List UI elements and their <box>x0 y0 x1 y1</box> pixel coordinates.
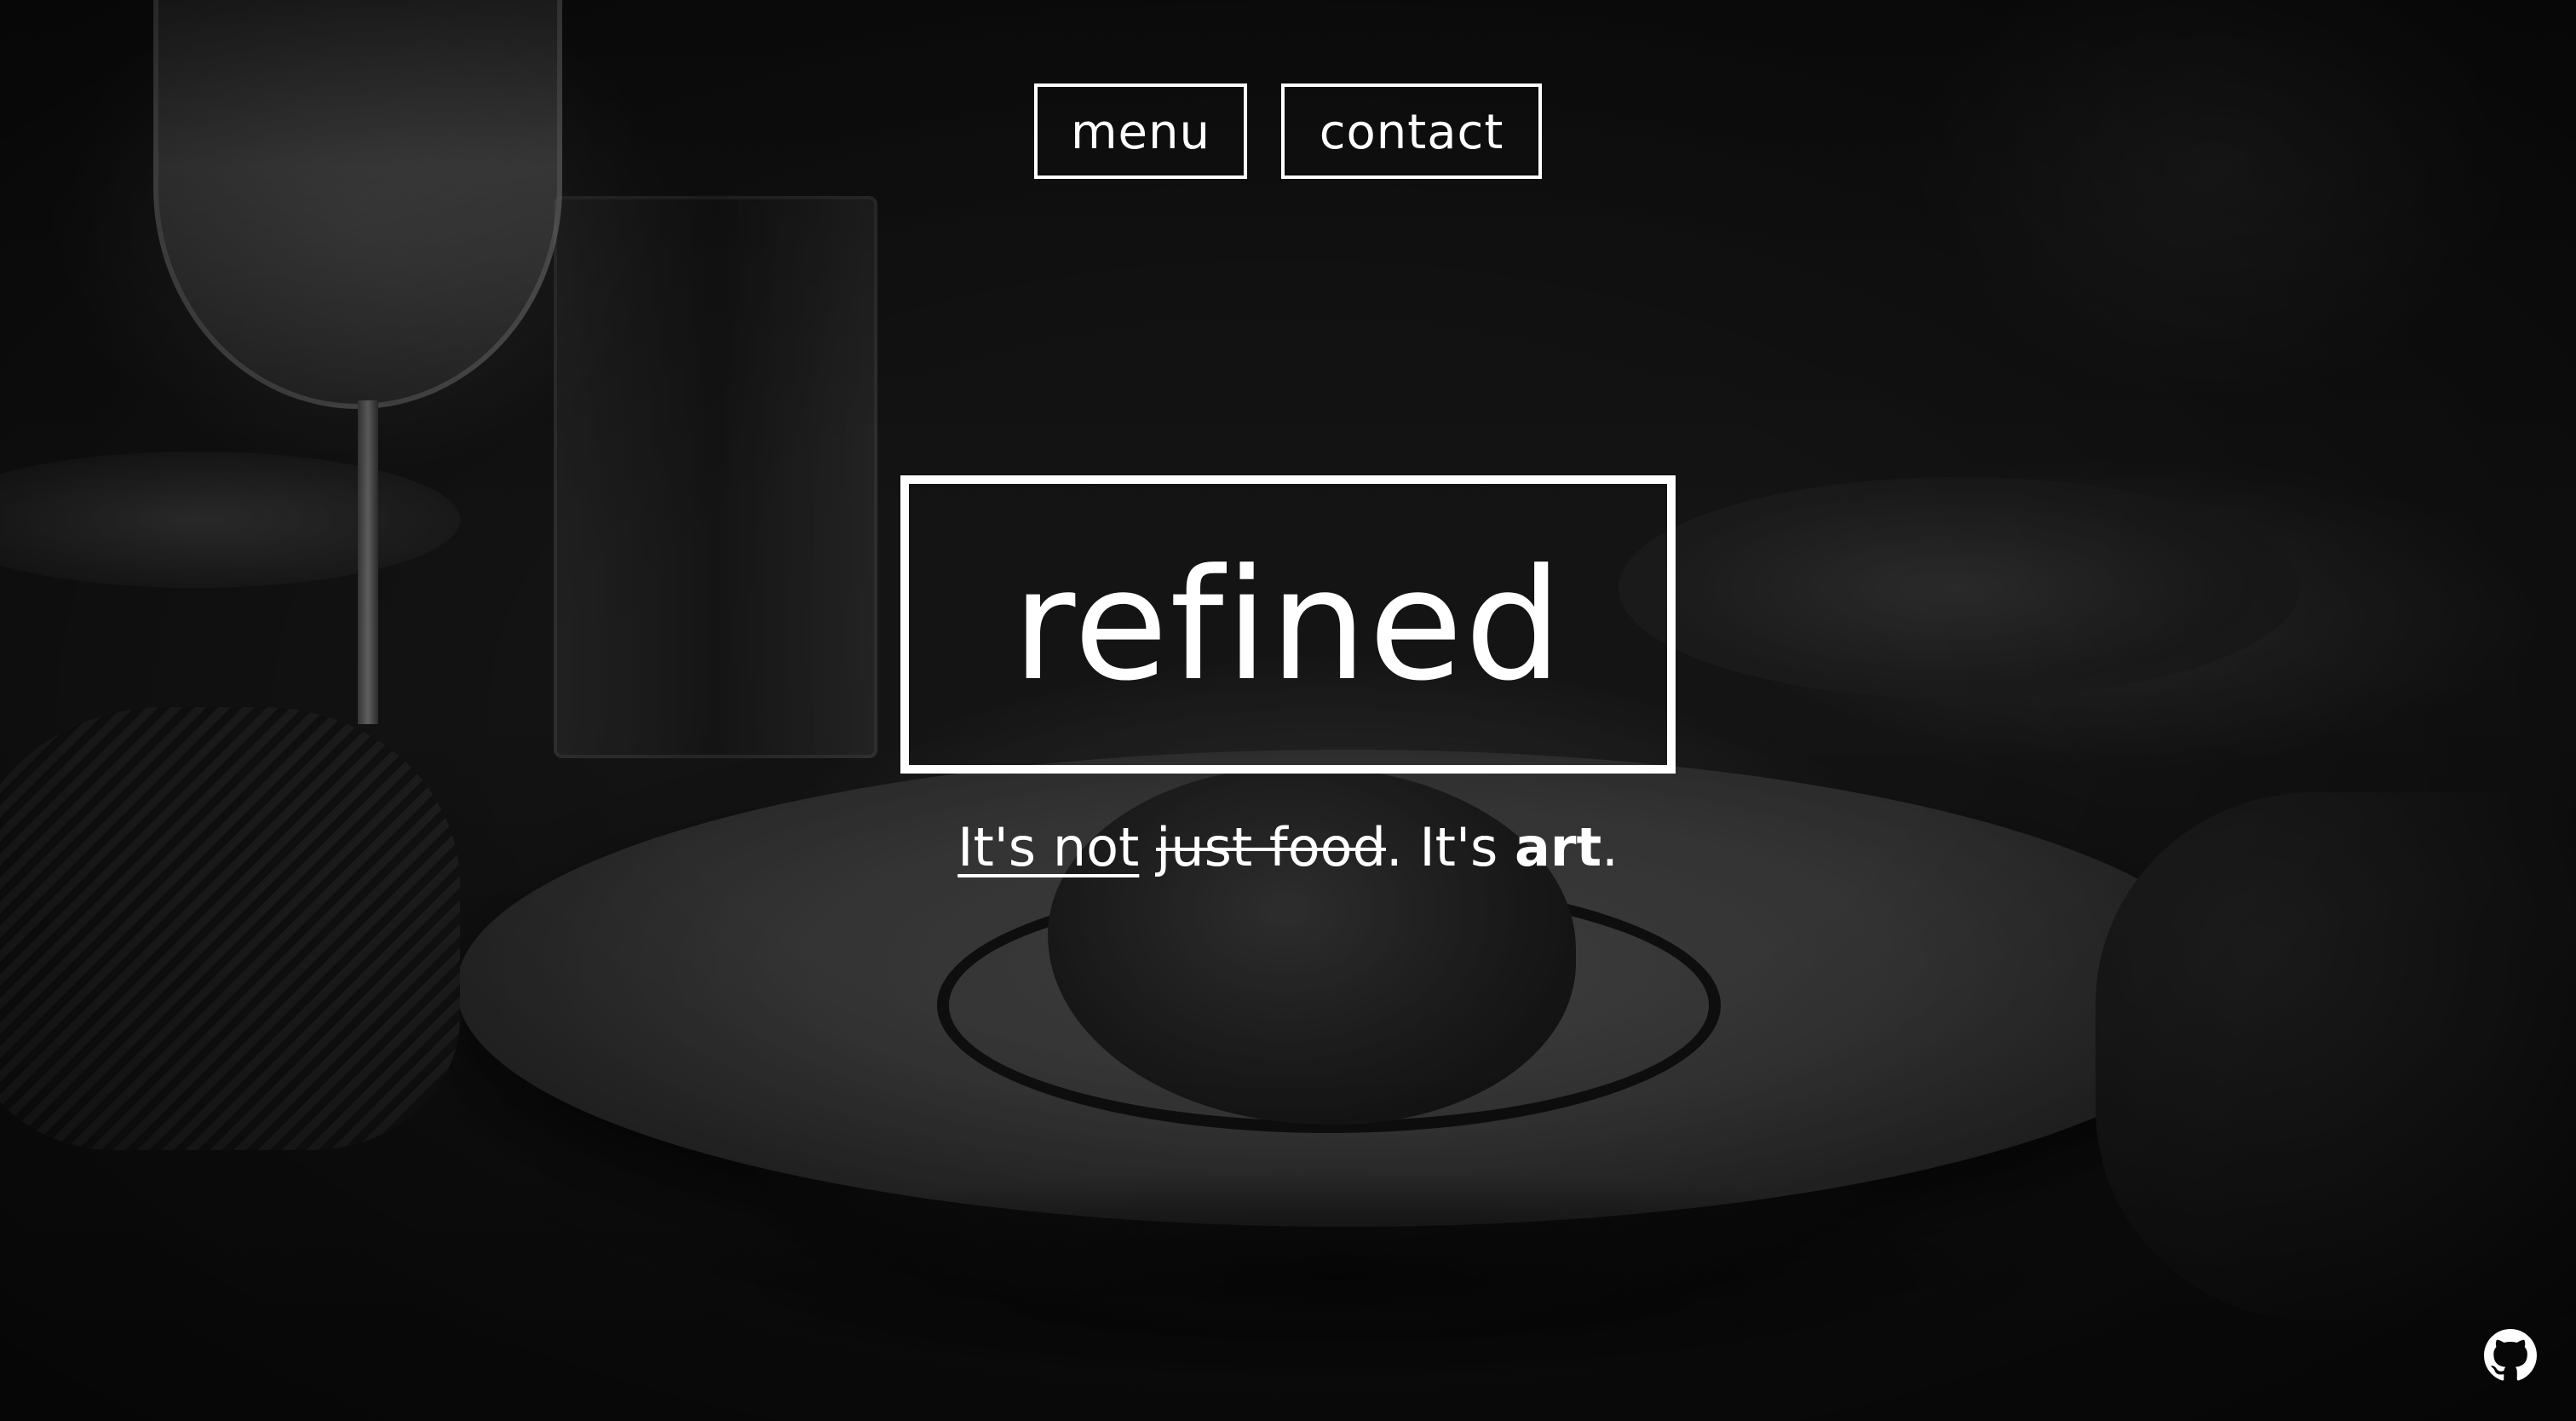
tagline-underlined: It's not <box>957 816 1140 878</box>
tagline-middle: . It's <box>1385 816 1515 878</box>
github-icon-svg <box>2484 1329 2537 1381</box>
top-nav: menu contact <box>0 83 2576 179</box>
tagline-end: . <box>1601 816 1619 878</box>
contact-button[interactable]: contact <box>1281 83 1542 179</box>
tagline-strikethrough: just food <box>1156 816 1386 878</box>
github-icon[interactable] <box>2484 1329 2537 1382</box>
page-title: refined <box>1012 537 1564 715</box>
tagline-bold: art <box>1515 816 1602 878</box>
tagline-space <box>1139 816 1156 878</box>
title-box: refined <box>900 475 1676 774</box>
hero-background: menu contact refined It's not just food.… <box>0 0 2576 1421</box>
tagline: It's not just food. It's art. <box>0 816 2576 878</box>
menu-button[interactable]: menu <box>1034 83 1247 179</box>
